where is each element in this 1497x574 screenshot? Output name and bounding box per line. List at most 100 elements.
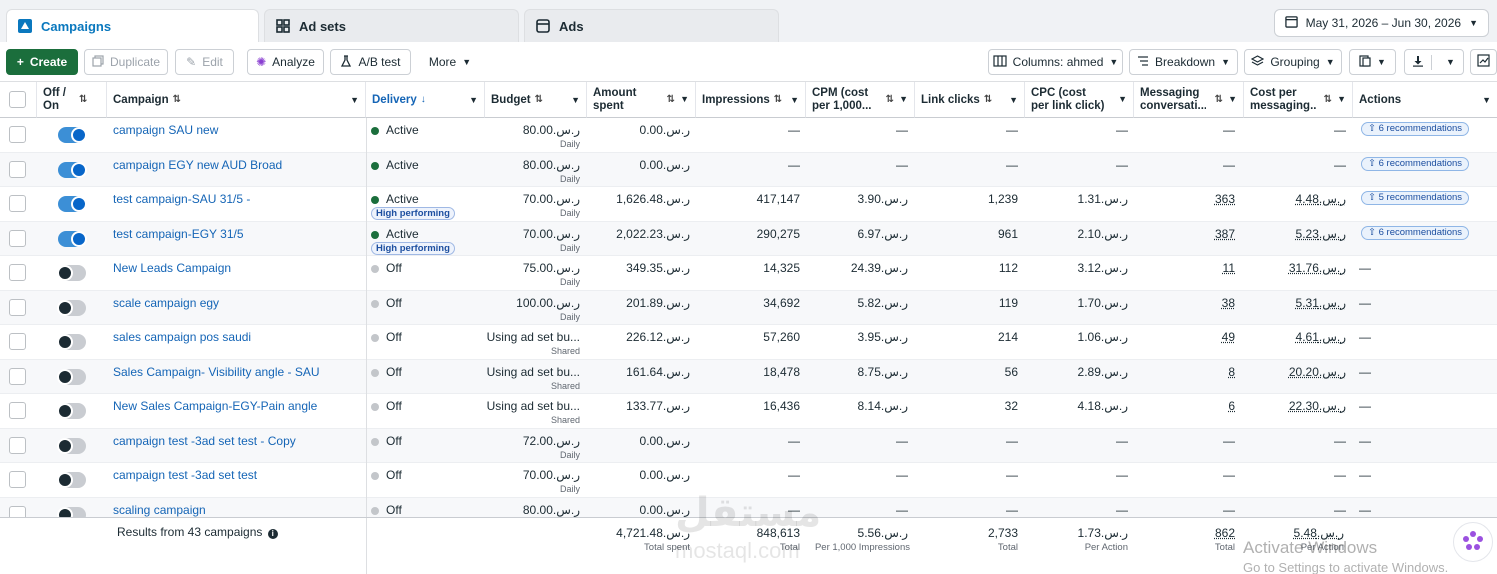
campaign-toggle[interactable] [57,334,86,350]
chevron-down-icon[interactable]: ▼ [680,93,689,106]
tab-ad-sets[interactable]: Ad sets [264,9,519,42]
header-cpm[interactable]: CPM (cost per 1,000... ⇅ ▼ [806,82,915,118]
campaign-name-link[interactable]: scaling campaign [113,503,206,517]
columns-button[interactable]: Columns: ahmed ▼ [988,49,1123,75]
budget-value[interactable]: ر.س.75.00 [480,261,580,275]
budget-value[interactable]: ر.س.80.00 [480,123,580,137]
campaign-toggle[interactable] [58,161,87,178]
campaign-name-link[interactable]: campaign SAU new [113,123,218,137]
create-button[interactable]: + Create [6,49,78,75]
more-button[interactable]: More ▼ [420,49,480,75]
tab-ads[interactable]: Ads [524,9,779,42]
budget-value[interactable]: ر.س.80.00 [480,503,580,517]
chevron-down-icon[interactable]: ▼ [469,95,478,105]
budget-value[interactable]: Using ad set bu... [480,330,580,344]
header-cpc[interactable]: CPC (cost per link click) ▼ [1025,82,1134,118]
campaign-name-link[interactable]: campaign test -3ad set test [113,468,257,482]
row-checkbox[interactable] [9,298,26,316]
row-checkbox[interactable] [9,402,26,419]
table-row[interactable]: campaign EGY new AUD Broad Active ر.س.80.0… [0,152,1497,187]
chevron-down-icon[interactable]: ▼ [1482,95,1491,105]
chevron-down-icon[interactable]: ▼ [1009,95,1018,105]
ab-test-button[interactable]: A/B test [330,49,411,75]
breakdown-button[interactable]: Breakdown ▼ [1129,49,1238,75]
budget-value[interactable]: Using ad set bu... [480,365,580,379]
budget-value[interactable]: ر.س.80.00 [480,158,580,172]
campaign-name-link[interactable]: campaign test -3ad set test - Copy [113,434,296,448]
budget-value[interactable]: ر.س.70.00 [480,468,580,482]
row-checkbox[interactable] [9,126,26,143]
table-row[interactable]: test campaign-SAU 31/5 - Active High perfo… [0,187,1497,222]
header-actions[interactable]: Actions ▼ [1353,82,1497,118]
table-row[interactable]: New Sales Campaign-EGY-Pain angle Off Usin… [0,394,1497,429]
budget-value[interactable]: ر.س.100.00 [480,296,580,310]
row-checkbox[interactable] [9,436,26,454]
reports-button[interactable]: ▼ [1349,49,1396,75]
info-icon[interactable]: i [267,529,278,539]
campaign-name-link[interactable]: scale campaign egy [113,296,219,310]
campaign-toggle[interactable] [58,230,87,247]
chevron-down-icon[interactable]: ▼ [1337,93,1346,106]
header-delivery[interactable]: Delivery ↓ ▼ [366,82,485,118]
table-row[interactable]: Sales Campaign- Visibility angle - SAU Of… [0,359,1497,394]
header-link-clicks[interactable]: Link clicks ⇅ ▼ [915,82,1025,118]
budget-value[interactable]: ر.س.70.00 [480,227,580,241]
campaign-toggle[interactable] [57,472,86,488]
select-all-checkbox[interactable] [9,91,26,108]
recommendations-badge[interactable]: ⇧ 6 recommendations [1361,156,1470,171]
campaign-name-link[interactable]: test campaign-EGY 31/5 [113,227,244,241]
budget-value[interactable]: Using ad set bu... [480,399,580,413]
date-range-picker[interactable]: May 31, 2026 – Jun 30, 2026 ▼ [1273,9,1489,37]
table-row[interactable]: sales campaign pos saudi Off Using ad set … [0,325,1497,360]
campaign-toggle[interactable] [57,403,86,419]
budget-value[interactable]: ر.س.72.00 [480,434,580,448]
row-checkbox[interactable] [9,471,26,488]
table-row[interactable]: New Leads Campaign Off ر.س.75.00 Daily ر.س.3… [0,256,1497,291]
recommendations-badge[interactable]: ⇧ 5 recommendations [1361,191,1470,205]
row-checkbox[interactable] [9,195,26,212]
chevron-down-icon[interactable]: ▼ [350,95,359,105]
campaign-name-link[interactable]: test campaign-SAU 31/5 - [113,192,250,206]
header-amount-spent[interactable]: Amount spent ⇅ ▼ [587,82,696,118]
chart-view-button[interactable] [1470,49,1497,75]
chevron-down-icon[interactable]: ▼ [790,95,799,105]
header-off-on[interactable]: Off / On ⇅ [37,82,107,118]
campaign-toggle[interactable] [58,127,87,143]
header-messaging[interactable]: Messaging conversati... ⇅ ▼ [1134,82,1244,118]
grouping-button[interactable]: Grouping ▼ [1244,49,1342,75]
tab-campaigns[interactable]: Campaigns [6,9,259,42]
campaign-name-link[interactable]: campaign EGY new AUD Broad [113,158,282,172]
campaign-name-link[interactable]: New Leads Campaign [113,261,231,275]
campaign-toggle[interactable] [57,437,86,454]
chevron-down-icon[interactable]: ▼ [1118,93,1127,106]
campaign-toggle[interactable] [58,196,87,212]
assistant-button[interactable] [1453,522,1493,562]
chevron-down-icon[interactable]: ▼ [1228,93,1237,106]
campaign-name-link[interactable]: sales campaign pos saudi [113,330,251,344]
export-button[interactable]: ▼ [1404,49,1464,75]
table-row[interactable]: campaign SAU new Active ر.س.80.00 Daily ر.س.… [0,118,1497,153]
row-checkbox[interactable] [9,264,26,281]
row-checkbox[interactable] [9,367,26,385]
edit-button[interactable]: ✎ Edit [175,49,234,75]
row-checkbox[interactable] [9,160,26,178]
analyze-button[interactable]: ✺ Analyze [247,49,324,75]
chevron-down-icon[interactable]: ▼ [571,95,580,105]
campaign-name-link[interactable]: New Sales Campaign-EGY-Pain angle [113,399,317,413]
budget-value[interactable]: ر.س.70.00 [480,192,580,206]
duplicate-button[interactable]: Duplicate [84,49,168,75]
table-row[interactable]: campaign test -3ad set test - Copy Off ر.س… [0,428,1497,463]
row-checkbox[interactable] [9,229,26,247]
row-checkbox[interactable] [9,333,26,350]
header-cost-per-messaging[interactable]: Cost per messaging... ⇅ ▼ [1244,82,1353,118]
chevron-down-icon[interactable]: ▼ [899,93,908,106]
recommendations-badge[interactable]: ⇧ 6 recommendations [1361,122,1470,136]
header-campaign[interactable]: Campaign ⇅ ▼ [107,82,366,118]
campaign-toggle[interactable] [57,299,86,316]
header-impressions[interactable]: Impressions ⇅ ▼ [696,82,806,118]
recommendations-badge[interactable]: ⇧ 6 recommendations [1361,225,1470,240]
table-row[interactable]: test campaign-EGY 31/5 Active High perform… [0,221,1497,256]
table-row[interactable]: scale campaign egy Off ر.س.100.00 Daily ر.س.… [0,290,1497,325]
campaign-toggle[interactable] [57,368,86,385]
campaign-name-link[interactable]: Sales Campaign- Visibility angle - SAU [113,365,320,379]
